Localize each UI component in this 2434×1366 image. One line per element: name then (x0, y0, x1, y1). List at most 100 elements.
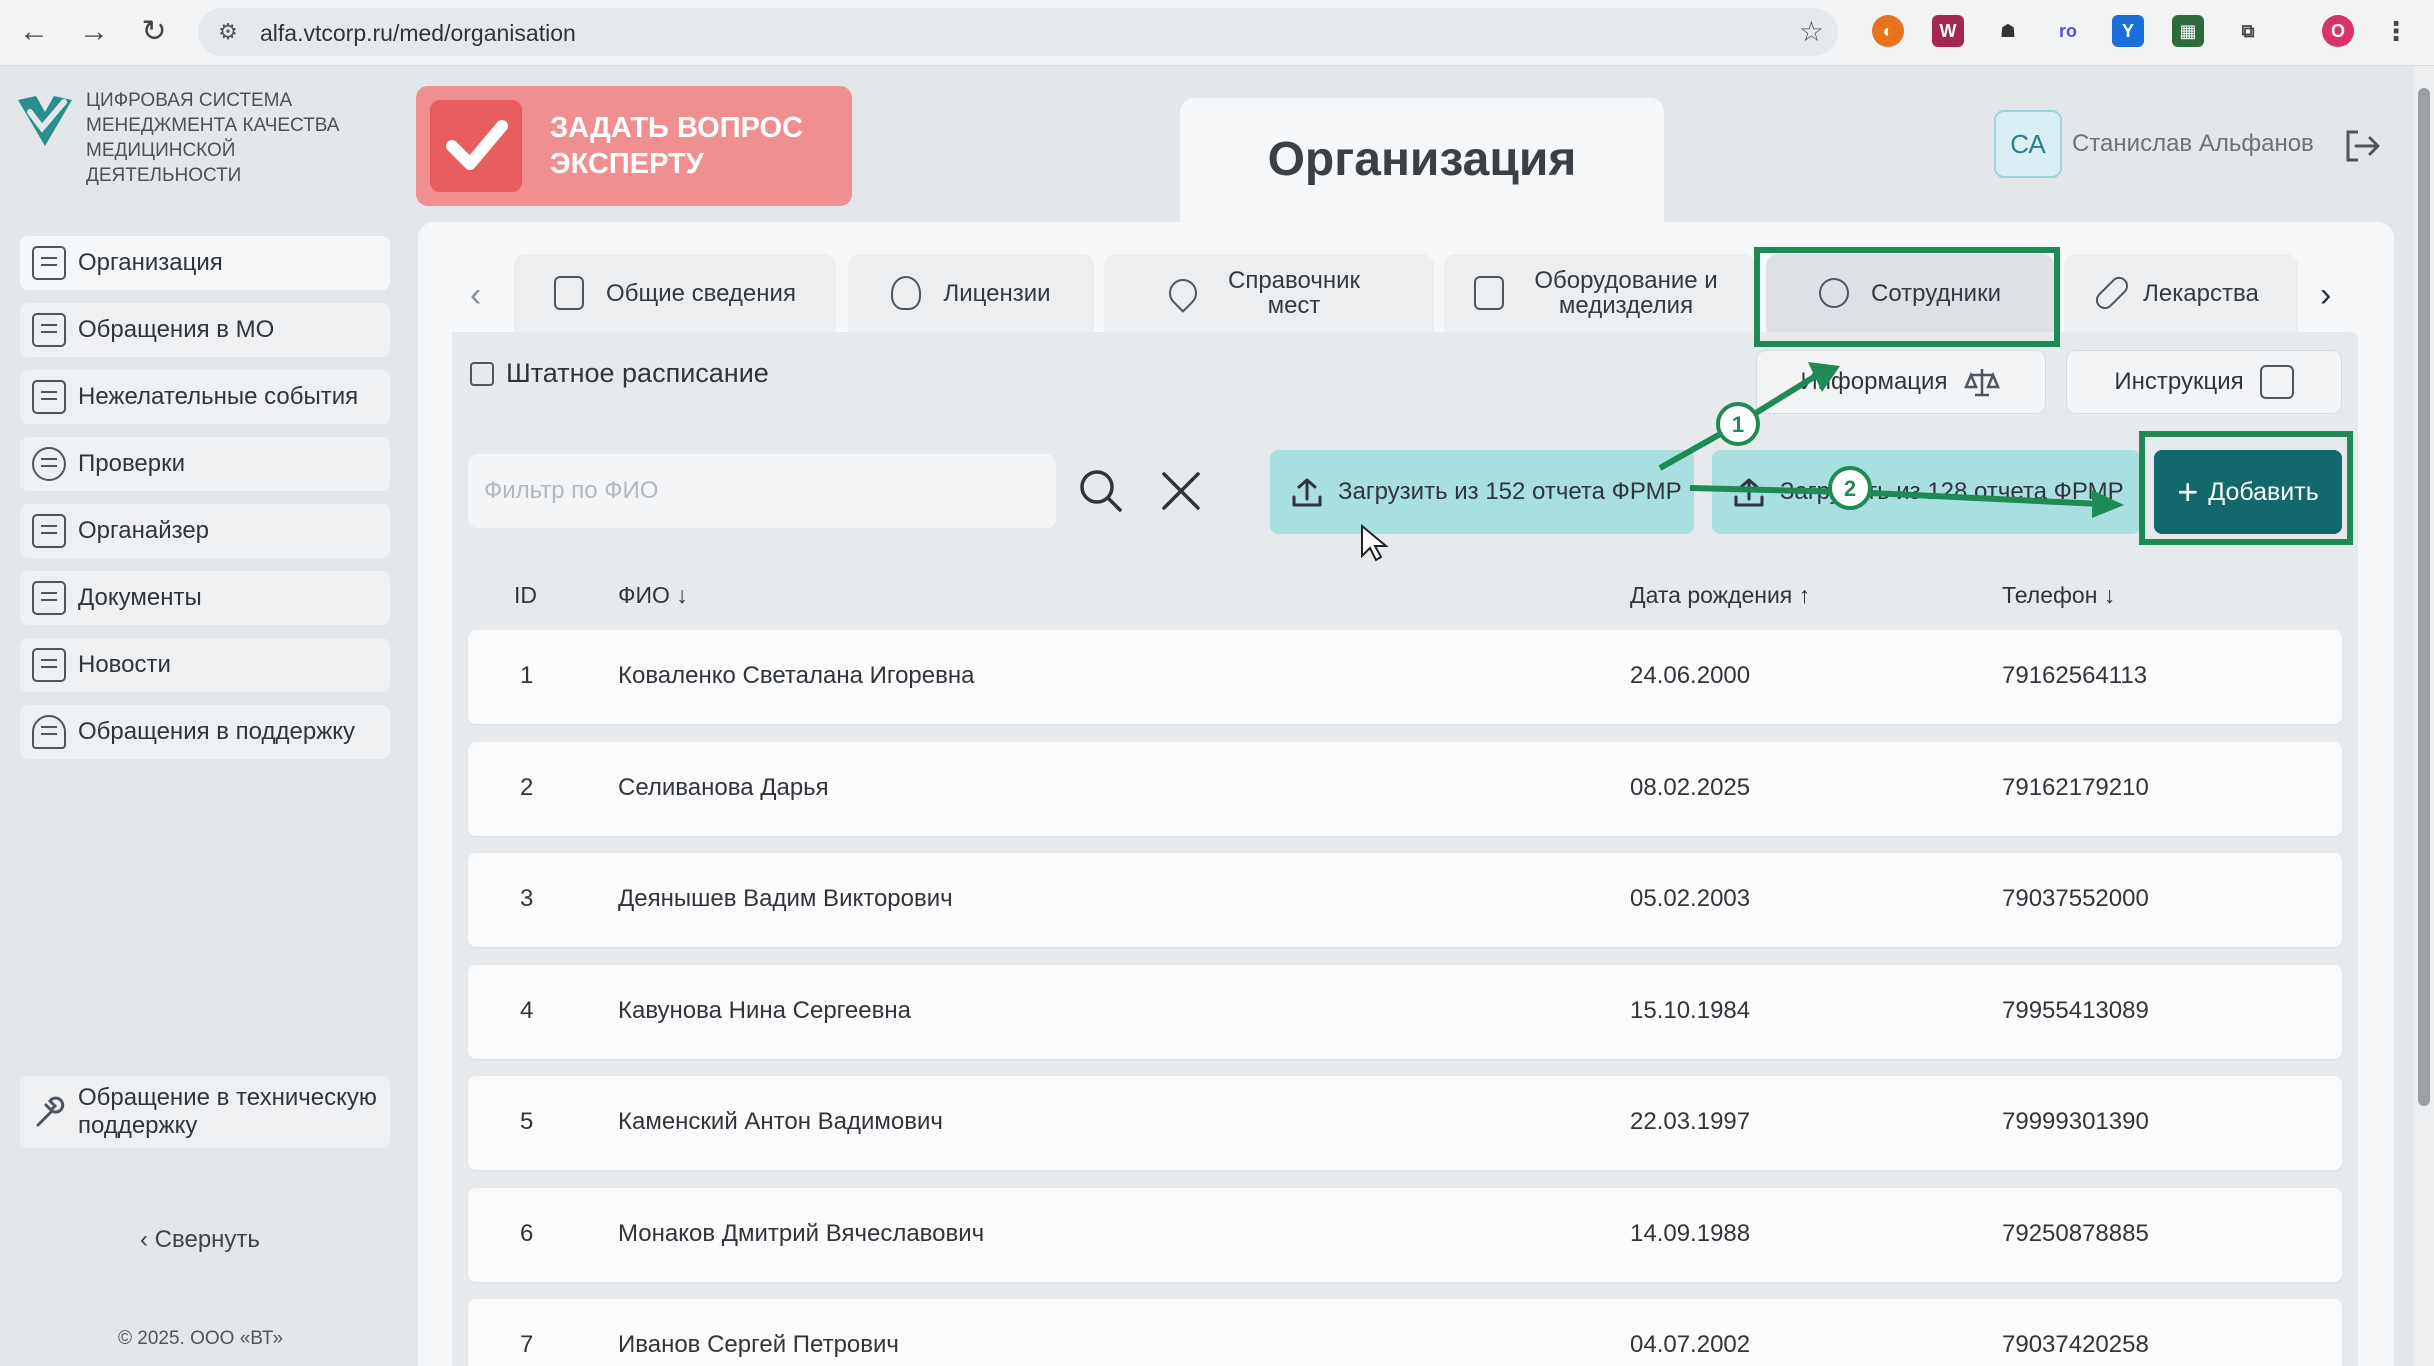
tabs-scroll-right-icon[interactable]: › (2320, 275, 2331, 315)
column-header-id[interactable]: ID (514, 582, 537, 609)
sidebar-item-news[interactable]: Новости (20, 638, 390, 692)
sidebar-item-organizer[interactable]: Органайзер (20, 504, 390, 558)
cell-id: 2 (520, 774, 534, 801)
sidebar-item-organisation[interactable]: Организация (20, 236, 390, 290)
tab-places[interactable]: Справочник мест (1104, 254, 1434, 332)
cell-birth: 15.10.1984 (1630, 997, 1751, 1024)
add-button[interactable]: + Добавить (2154, 450, 2342, 534)
collapse-label: Свернуть (154, 1226, 260, 1253)
table-row[interactable]: 4 Кавунова Нина Сергеевна 15.10.1984 799… (468, 965, 2342, 1059)
logo-icon (18, 96, 72, 146)
table-row[interactable]: 1 Коваленко Светалана Игоревна 24.06.200… (468, 630, 2342, 724)
column-header-birth[interactable]: Дата рождения ↑ (1630, 582, 1810, 609)
cell-fio: Иванов Сергей Петрович (618, 1331, 899, 1358)
staff-schedule-label: Штатное расписание (506, 358, 769, 388)
information-label: Информация (1800, 368, 1948, 395)
table-row[interactable]: 7 Иванов Сергей Петрович 04.07.2002 7903… (468, 1299, 2342, 1366)
tab-employees[interactable]: Сотрудники (1766, 254, 2054, 332)
browser-menu-icon[interactable]: ⋮ (2380, 15, 2412, 47)
ext-spy-icon[interactable]: ☗ (1992, 15, 2024, 47)
cell-id: 1 (520, 662, 534, 689)
ask-expert-label: ЗАДАТЬ ВОПРОС ЭКСПЕРТУ (550, 112, 804, 180)
instruction-icon (2259, 365, 2294, 399)
add-label: Добавить (2208, 477, 2319, 506)
scrollbar-thumb[interactable] (2418, 88, 2430, 1106)
sidebar-item-label: Организация (78, 249, 223, 276)
sidebar-item-label: Документы (78, 584, 202, 611)
upload-128-label: Загрузить из 128 отчета ФРМР (1780, 478, 2124, 505)
bookmark-star-icon[interactable]: ☆ (1799, 16, 1824, 48)
heart-check-icon (32, 715, 66, 749)
cell-phone: 79999301390 (2002, 1108, 2149, 1135)
sidebar-item-inspections[interactable]: Проверки (20, 437, 390, 491)
copyright: © 2025. ООО «ВТ» (118, 1328, 284, 1349)
back-arrow-icon[interactable]: ← (14, 12, 54, 52)
cell-id: 6 (520, 1220, 534, 1247)
address-bar[interactable]: ⚙ alfa.vtcorp.ru/med/organisation ☆ (198, 8, 1838, 56)
avatar[interactable]: СА (1994, 110, 2062, 178)
ext-circle-icon[interactable]: ◐ (1872, 15, 1904, 47)
tab-medicines[interactable]: Лекарства (2064, 254, 2298, 332)
sidebar-item-support-requests[interactable]: Обращения в поддержку (20, 705, 390, 759)
tab-equipment[interactable]: Оборудование и медизделия (1444, 254, 1756, 332)
tab-licenses[interactable]: Лицензии (848, 254, 1094, 332)
sidebar-item-label: Обращения в поддержку (78, 718, 356, 745)
chevron-left-icon: ‹ (140, 1226, 155, 1253)
column-header-phone[interactable]: Телефон ↓ (2002, 582, 2115, 609)
upload-icon (1292, 478, 1322, 507)
fio-filter-input[interactable] (468, 454, 1056, 528)
cell-id: 3 (520, 885, 534, 912)
staff-schedule-title: Штатное расписание (470, 358, 769, 389)
sidebar-item-appeals[interactable]: Обращения в МО (20, 303, 390, 357)
cell-fio: Селиванова Дарья (618, 774, 829, 801)
scales-icon (1964, 369, 2001, 397)
information-button[interactable]: Информация (1756, 350, 2046, 414)
forward-arrow-icon[interactable]: → (74, 12, 114, 52)
reload-icon[interactable]: ↻ (134, 12, 174, 52)
expert-check-icon (430, 100, 522, 192)
sidebar-item-label: Органайзер (78, 517, 210, 544)
collapse-button[interactable]: ‹ Свернуть (140, 1226, 260, 1254)
cell-birth: 04.07.2002 (1630, 1331, 1751, 1358)
sidebar-item-label: Проверки (78, 450, 186, 477)
cell-fio: Каменский Антон Вадимович (618, 1108, 943, 1135)
ext-ro-icon[interactable]: ro (2052, 15, 2084, 47)
tabs-scroll-left-icon[interactable]: ‹ (470, 275, 481, 315)
cell-fio: Деянышев Вадим Викторович (618, 885, 953, 912)
search-icon[interactable] (1076, 466, 1126, 516)
table-row[interactable]: 2 Селиванова Дарья 08.02.2025 7916217921… (468, 742, 2342, 836)
tech-support-button[interactable]: Обращение в техническую поддержку (20, 1076, 390, 1148)
tab-general[interactable]: Общие сведения (514, 254, 836, 332)
logo-text: ЦИФРОВАЯ СИСТЕМА МЕНЕДЖМЕНТА КАЧЕСТВА МЕ… (86, 90, 340, 186)
profile-icon[interactable]: O (2322, 15, 2354, 47)
ext-puzzle-icon[interactable]: ⧉ (2232, 15, 2264, 47)
cell-id: 5 (520, 1108, 534, 1135)
table-row[interactable]: 3 Деянышев Вадим Викторович 05.02.2003 7… (468, 853, 2342, 947)
ext-y-icon[interactable]: Y (2112, 15, 2144, 47)
pill-icon (2092, 273, 2132, 313)
cell-birth: 24.06.2000 (1630, 662, 1751, 689)
ext-grid-icon[interactable]: ▦ (2172, 15, 2204, 47)
site-settings-icon[interactable]: ⚙ (214, 18, 242, 46)
upload-152-button[interactable]: Загрузить из 152 отчета ФРМР (1270, 450, 1694, 534)
table-row[interactable]: 6 Монаков Дмитрий Вячеславович 14.09.198… (468, 1188, 2342, 1282)
cell-birth: 05.02.2003 (1630, 885, 1751, 912)
instruction-button[interactable]: Инструкция (2066, 350, 2342, 414)
sidebar-item-label: Нежелательные события (78, 383, 359, 410)
ext-w-icon[interactable]: W (1932, 15, 1964, 47)
user-name: Станислав Альфанов (2072, 130, 2314, 157)
sidebar-item-documents[interactable]: Документы (20, 571, 390, 625)
column-header-fio[interactable]: ФИО ↓ (618, 582, 688, 609)
sidebar-item-label: Обращения в МО (78, 316, 275, 343)
sidebar-item-adverse-events[interactable]: Нежелательные события (20, 370, 390, 424)
plus-icon: + (2177, 471, 2199, 512)
logout-icon[interactable] (2340, 124, 2384, 168)
upload-152-label: Загрузить из 152 отчета ФРМР (1338, 478, 1682, 505)
ask-expert-button[interactable]: ЗАДАТЬ ВОПРОС ЭКСПЕРТУ (416, 86, 852, 206)
upload-128-button[interactable]: Загрузить из 128 отчета ФРМР (1712, 450, 2140, 534)
page-scrollbar[interactable] (2414, 66, 2434, 1366)
close-icon[interactable] (1156, 466, 1206, 516)
upload-icon (1734, 478, 1764, 507)
table-row[interactable]: 5 Каменский Антон Вадимович 22.03.1997 7… (468, 1076, 2342, 1170)
cell-phone: 79162564113 (2002, 662, 2148, 689)
